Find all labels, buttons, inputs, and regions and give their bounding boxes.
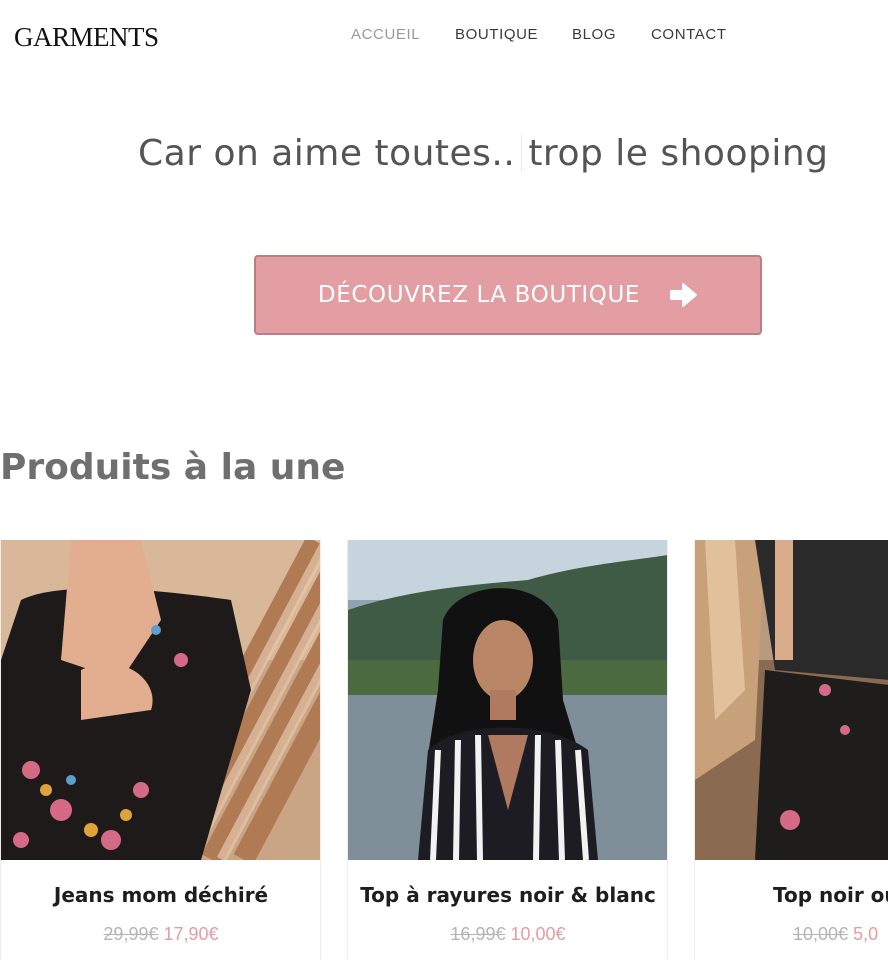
featured-products-title: Produits à la une	[0, 447, 346, 488]
product-image[interactable]	[1, 540, 321, 860]
product-sale-price: 10,00€	[510, 924, 566, 944]
arrow-right-icon	[670, 283, 698, 307]
nav-item-boutique[interactable]: BOUTIQUE	[455, 26, 538, 43]
hero-title-part-2: trop le shooping	[528, 133, 829, 174]
product-card[interactable]: Top noir ou 10,00€ 5,0	[694, 540, 888, 960]
text-cursor	[521, 135, 523, 171]
discover-shop-button[interactable]: DÉCOUVREZ LA BOUTIQUE	[254, 255, 762, 335]
product-price: 16,99€ 10,00€	[348, 924, 667, 945]
product-old-price: 16,99€	[450, 924, 506, 944]
product-price: 29,99€ 17,90€	[1, 924, 320, 945]
product-image[interactable]	[348, 540, 668, 860]
product-old-price: 29,99€	[103, 924, 159, 944]
discover-shop-button-label: DÉCOUVREZ LA BOUTIQUE	[317, 282, 641, 308]
product-card[interactable]: Jeans mom déchiré 29,99€ 17,90€	[0, 540, 321, 960]
product-image[interactable]	[695, 540, 888, 860]
product-price: 10,00€ 5,0	[793, 924, 878, 945]
hero-title-part-1: Car on aime toutes..	[138, 133, 516, 174]
nav-item-contact[interactable]: CONTACT	[651, 26, 727, 43]
product-name[interactable]: Top à rayures noir & blanc	[348, 883, 667, 907]
main-nav: ACCUEIL BOUTIQUE BLOG CONTACT	[0, 26, 888, 46]
product-name[interactable]: Jeans mom déchiré	[1, 883, 320, 907]
product-name[interactable]: Top noir ou	[773, 883, 888, 907]
hero-title: Car on aime toutes.. trop le shooping	[138, 133, 829, 174]
nav-item-blog[interactable]: BLOG	[572, 26, 616, 43]
product-old-price: 10,00€	[793, 924, 849, 944]
nav-item-accueil[interactable]: ACCUEIL	[351, 26, 420, 43]
product-sale-price: 17,90€	[163, 924, 219, 944]
product-sale-price: 5,0	[853, 924, 879, 944]
product-card[interactable]: Top à rayures noir & blanc 16,99€ 10,00€	[347, 540, 668, 960]
